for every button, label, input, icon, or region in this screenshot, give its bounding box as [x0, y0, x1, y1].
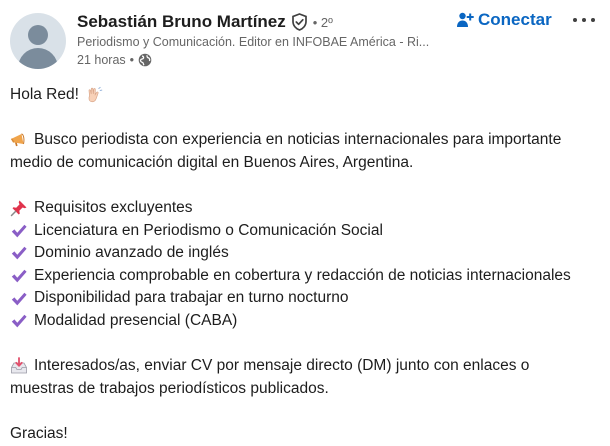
closing-text: Gracias!: [10, 424, 68, 442]
cta-text-2: muestras de trabajos periodísticos publi…: [10, 379, 329, 397]
globe-icon: [138, 53, 152, 67]
greeting-line: Hola Red!: [10, 84, 605, 107]
author-headline: Periodismo y Comunicación. Editor en INF…: [77, 35, 430, 49]
check-mark-emoji: [10, 290, 28, 308]
check-mark-emoji: [10, 244, 28, 262]
meta-separator: •: [129, 52, 135, 67]
avatar-head-shape: [28, 25, 48, 45]
requirements-title: Requisitos excluyentes: [34, 198, 193, 216]
check-mark-emoji: [10, 312, 28, 330]
cta-text-1: Interesados/as, enviar CV por mensaje di…: [34, 357, 530, 375]
intro-text-1: Busco periodista con experiencia en noti…: [34, 131, 562, 149]
cta-line-2: muestras de trabajos periodísticos publi…: [10, 378, 605, 401]
requirement-text: Disponibilidad para trabajar en turno no…: [34, 289, 349, 307]
check-mark-emoji: [10, 222, 28, 240]
author-name[interactable]: Sebastián Bruno Martínez: [77, 12, 286, 32]
connect-button[interactable]: Conectar: [456, 9, 552, 31]
requirement-item: Modalidad presencial (CABA): [10, 310, 605, 333]
requirements-title-line: Requisitos excluyentes: [10, 197, 605, 220]
connect-label: Conectar: [478, 10, 552, 29]
inbox-tray-emoji: [10, 357, 28, 375]
intro-line-1: Busco periodista con experiencia en noti…: [10, 129, 605, 152]
add-person-icon: [456, 11, 474, 29]
verified-shield-icon: [291, 13, 308, 31]
post-timestamp[interactable]: 21 horas: [77, 53, 126, 67]
megaphone-emoji: [10, 131, 28, 149]
connection-degree: • 2º: [312, 14, 333, 30]
author-avatar[interactable]: [10, 13, 66, 69]
author-name-line: Sebastián Bruno Martínez • 2º: [77, 11, 333, 33]
requirement-item: Experiencia comprobable en cobertura y r…: [10, 265, 605, 288]
cta-line-1: Interesados/as, enviar CV por mensaje di…: [10, 355, 605, 378]
requirement-text: Licenciatura en Periodismo o Comunicació…: [34, 221, 383, 239]
post-meta: 21 horas •: [77, 51, 152, 68]
requirement-item: Licenciatura en Periodismo o Comunicació…: [10, 220, 605, 243]
pushpin-emoji: [10, 199, 28, 217]
intro-text-2: medio de comunicación digital en Buenos …: [10, 153, 414, 171]
post-body: Hola Red! Busco periodista con experienc…: [10, 84, 605, 446]
requirement-text: Experiencia comprobable en cobertura y r…: [34, 266, 571, 284]
requirement-item: Disponibilidad para trabajar en turno no…: [10, 287, 605, 310]
more-options-icon[interactable]: [573, 9, 595, 31]
greeting-text: Hola Red!: [10, 86, 79, 103]
requirement-item: Dominio avanzado de inglés: [10, 242, 605, 265]
post-header: Sebastián Bruno Martínez • 2º Periodismo…: [0, 0, 610, 80]
waving-hand-emoji: [85, 86, 103, 104]
check-mark-emoji: [10, 267, 28, 285]
closing-line: Gracias!: [10, 423, 605, 446]
avatar-body-shape: [18, 48, 58, 69]
requirement-text: Dominio avanzado de inglés: [34, 244, 229, 262]
intro-line-2: medio de comunicación digital en Buenos …: [10, 152, 605, 175]
requirement-text: Modalidad presencial (CABA): [34, 311, 238, 329]
